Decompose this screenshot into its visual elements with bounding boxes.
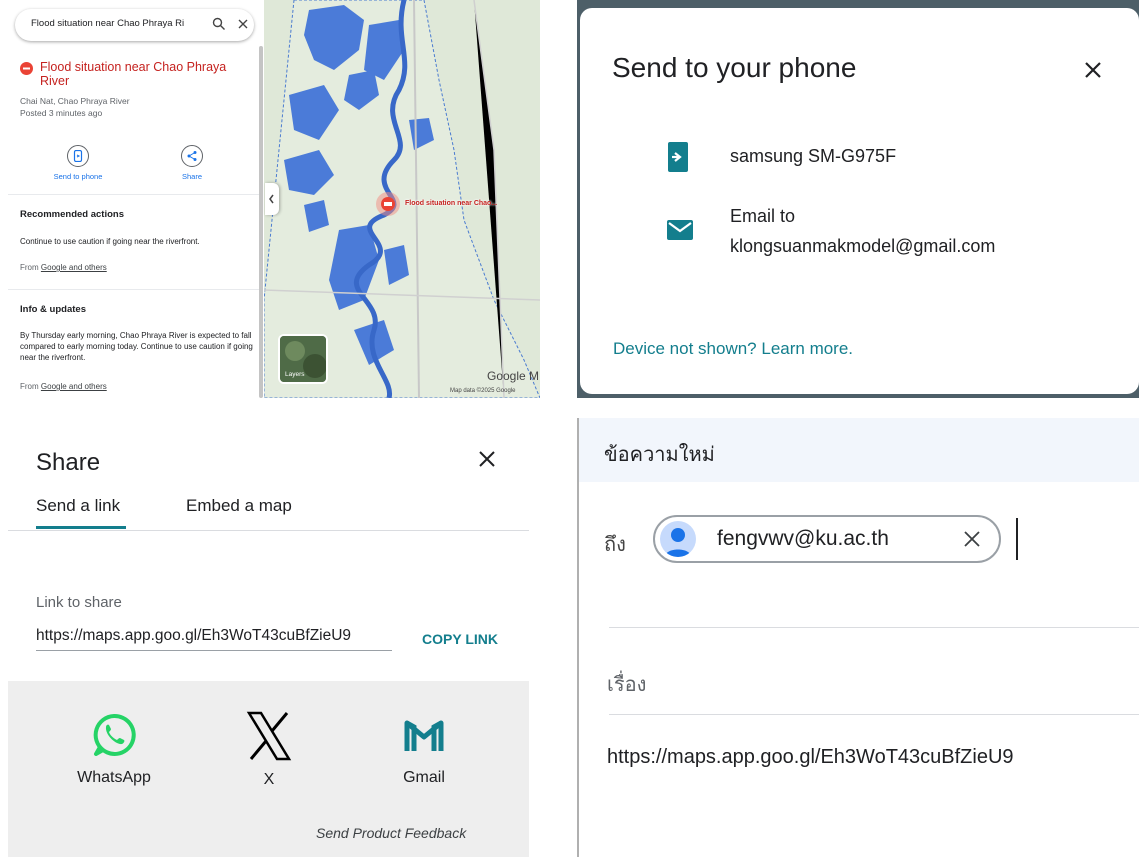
search-icon[interactable] xyxy=(212,17,226,31)
compose-title: ข้อความใหม่ xyxy=(604,444,715,466)
posted-time: Posted 3 minutes ago xyxy=(20,108,103,118)
email-option-address[interactable]: klongsuanmakmodel@gmail.com xyxy=(730,236,995,257)
info-source: From Google and others xyxy=(20,382,107,391)
place-title: Flood situation near Chao Phraya River xyxy=(40,60,227,88)
layers-button[interactable]: Layers xyxy=(278,334,328,384)
share-icon xyxy=(187,151,197,161)
email-option-label[interactable]: Email to xyxy=(730,206,795,227)
tab-embed-a-map[interactable]: Embed a map xyxy=(186,496,292,516)
collapse-panel-button[interactable] xyxy=(265,183,279,215)
place-side-panel: Flood situation near Chao Phraya Ri Floo… xyxy=(0,0,262,398)
compose-header: ข้อความใหม่ xyxy=(579,418,1139,482)
gmail-label: Gmail xyxy=(403,769,445,786)
place-location: Chai Nat, Chao Phraya River xyxy=(20,96,130,106)
phone-icon xyxy=(73,150,83,162)
send-to-phone-dialog: Send to your phone samsung SM-G975F Emai… xyxy=(580,8,1139,394)
recipient-chip[interactable]: fengvwv@ku.ac.th xyxy=(653,515,1001,563)
search-input[interactable]: Flood situation near Chao Phraya Ri xyxy=(31,18,191,29)
scrollbar[interactable] xyxy=(259,46,263,398)
field-divider xyxy=(609,714,1139,715)
message-body[interactable]: https://maps.app.goo.gl/Eh3WoT43cuBfZieU… xyxy=(607,746,1014,769)
x-logo-icon xyxy=(246,711,292,761)
link-to-share-label: Link to share xyxy=(36,594,122,611)
dialog-title: Share xyxy=(36,449,101,476)
copy-link-button[interactable]: COPY LINK xyxy=(422,631,498,647)
info-heading: Info & updates xyxy=(20,304,86,315)
close-icon[interactable] xyxy=(478,450,496,468)
source-link[interactable]: Google and others xyxy=(41,263,107,272)
field-divider xyxy=(609,627,1139,628)
alert-icon xyxy=(20,62,33,75)
whatsapp-icon xyxy=(93,713,136,756)
share-dialog: Share Send a link Embed a map Link to sh… xyxy=(8,420,529,857)
avatar xyxy=(660,521,696,557)
recommended-source: From Google and others xyxy=(20,263,107,272)
send-feedback-link[interactable]: Send Product Feedback xyxy=(316,825,466,841)
tab-send-a-link[interactable]: Send a link xyxy=(36,496,120,516)
share-gmail-button[interactable]: Gmail xyxy=(379,711,469,787)
send-to-phone-dialog-backdrop: Send to your phone samsung SM-G975F Emai… xyxy=(577,0,1139,398)
send-to-phone-button[interactable]: Send to phone xyxy=(38,145,118,181)
dialog-title: Send to your phone xyxy=(612,52,857,83)
field-underline xyxy=(36,650,392,651)
recipient-email: fengvwv@ku.ac.th xyxy=(717,527,889,550)
to-label: ถึง xyxy=(604,534,626,556)
person-icon xyxy=(665,528,691,557)
share-targets: WhatsApp X Gmail Send Product Feedback xyxy=(8,681,529,857)
active-tab-indicator xyxy=(36,526,126,529)
remove-recipient-icon[interactable] xyxy=(963,530,981,548)
layers-label: Layers xyxy=(285,371,305,378)
maps-panel: Flood situation near Chao... Layers Goog… xyxy=(0,0,540,398)
source-link[interactable]: Google and others xyxy=(41,382,107,391)
info-text: By Thursday early morning, Chao Phraya R… xyxy=(20,331,253,362)
search-box[interactable]: Flood situation near Chao Phraya Ri xyxy=(15,9,254,41)
close-icon[interactable] xyxy=(1083,60,1103,80)
google-logo: Google M xyxy=(487,369,540,383)
send-to-phone-label: Send to phone xyxy=(53,172,103,181)
chevron-left-icon xyxy=(269,194,274,204)
gmail-icon xyxy=(404,720,444,751)
share-link-field[interactable]: https://maps.app.goo.gl/Eh3WoT43cuBfZieU… xyxy=(36,627,351,645)
share-x-button[interactable]: X xyxy=(224,711,314,789)
share-whatsapp-button[interactable]: WhatsApp xyxy=(69,711,159,787)
compose-window: ข้อความใหม่ ถึง fengvwv@ku.ac.th เรื่อง … xyxy=(577,418,1139,857)
map-pin-label[interactable]: Flood situation near Chao... xyxy=(405,200,497,207)
mail-icon xyxy=(667,220,693,240)
divider xyxy=(8,194,262,195)
learn-more-link[interactable]: Device not shown? Learn more. xyxy=(613,339,853,359)
close-icon[interactable] xyxy=(237,18,249,30)
device-option[interactable]: samsung SM-G975F xyxy=(730,146,896,167)
phone-icon xyxy=(668,142,688,172)
tab-divider xyxy=(8,530,529,531)
share-button[interactable]: Share xyxy=(152,145,232,181)
text-cursor xyxy=(1016,518,1018,560)
recommended-heading: Recommended actions xyxy=(20,209,124,220)
divider xyxy=(8,289,262,290)
x-label: X xyxy=(263,771,275,788)
share-label: Share xyxy=(181,172,202,181)
whatsapp-label: WhatsApp xyxy=(77,769,151,786)
map-data-attribution: Map data ©2025 Google xyxy=(450,388,516,394)
subject-field[interactable]: เรื่อง xyxy=(607,668,646,700)
recommended-text: Continue to use caution if going near th… xyxy=(20,237,200,246)
